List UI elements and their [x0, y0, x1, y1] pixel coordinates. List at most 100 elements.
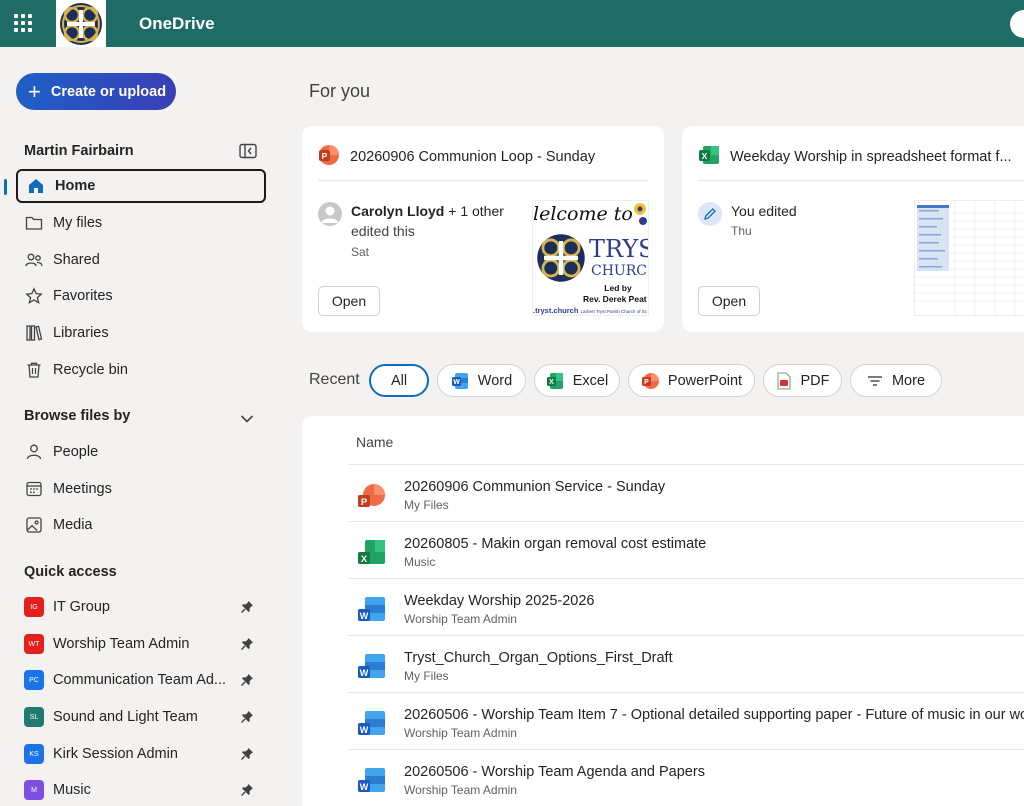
- sidebar-item-recycle-bin[interactable]: Recycle bin: [16, 353, 266, 387]
- site-badge-icon: M: [24, 780, 44, 800]
- powerpoint-icon: P: [318, 144, 340, 170]
- thumb-minister: Rev. Derek Peat: [583, 294, 647, 304]
- celtic-cross-logo-icon: [60, 2, 102, 45]
- word-file-icon: W: [357, 653, 387, 688]
- app-title[interactable]: OneDrive: [139, 14, 215, 34]
- filter-word[interactable]: W Word: [437, 364, 526, 397]
- sidebar-item-meetings[interactable]: Meetings: [16, 472, 266, 506]
- powerpoint-icon: P: [641, 372, 659, 390]
- filter-powerpoint[interactable]: P PowerPoint: [628, 364, 755, 397]
- filter-label: Excel: [572, 372, 609, 389]
- sidebar-item-home[interactable]: Home: [16, 169, 266, 203]
- thumb-footer: .tryst.church Larbert Tryst Parish Churc…: [533, 306, 647, 315]
- file-location[interactable]: Worship Team Admin: [404, 783, 517, 797]
- sidebar-item-label: Meetings: [53, 481, 112, 497]
- file-name[interactable]: 20260506 - Worship Team Agenda and Paper…: [404, 764, 705, 780]
- sidebar-item-media[interactable]: Media: [16, 508, 266, 542]
- quick-access-label: Kirk Session Admin: [53, 746, 178, 762]
- filter-label: More: [891, 372, 926, 389]
- pdf-icon: [776, 372, 792, 390]
- collapse-sidebar-icon[interactable]: [239, 143, 257, 164]
- pin-icon[interactable]: [240, 747, 254, 766]
- file-location[interactable]: My Files: [404, 669, 449, 683]
- sidebar-item-libraries[interactable]: Libraries: [16, 316, 266, 350]
- file-thumbnail[interactable]: lelcome to TRYST CHURC Led by Rev. Derek…: [532, 200, 649, 316]
- site-badge-icon: KS: [24, 744, 44, 764]
- table-row[interactable]: P 20260906 Communion Service - Sunday My…: [348, 464, 1024, 521]
- person-name[interactable]: Carolyn Lloyd: [351, 203, 444, 219]
- table-row[interactable]: X 20260805 - Makin organ removal cost es…: [348, 521, 1024, 578]
- quick-access-item[interactable]: WT Worship Team Admin: [16, 627, 266, 661]
- table-row[interactable]: W 20260506 - Worship Team Agenda and Pap…: [348, 749, 1024, 806]
- card-divider: [318, 180, 648, 181]
- quick-access-item[interactable]: KS Kirk Session Admin: [16, 737, 266, 771]
- table-row[interactable]: W Weekday Worship 2025-2026 Worship Team…: [348, 578, 1024, 635]
- sidebar-item-my-files[interactable]: My files: [16, 206, 266, 240]
- avatar: [318, 202, 342, 226]
- svg-text:P: P: [644, 379, 649, 386]
- column-header-name[interactable]: Name: [356, 434, 393, 450]
- open-button[interactable]: Open: [318, 286, 380, 316]
- chevron-down-icon[interactable]: [240, 411, 254, 429]
- file-name[interactable]: 20260506 - Worship Team Item 7 - Optiona…: [404, 707, 1024, 723]
- svg-text:W: W: [360, 725, 369, 735]
- quick-access-item[interactable]: PC Communication Team Ad...: [16, 663, 266, 697]
- file-name[interactable]: 20260805 - Makin organ removal cost esti…: [404, 536, 706, 552]
- sidebar-item-people[interactable]: People: [16, 435, 266, 469]
- pin-icon[interactable]: [240, 673, 254, 692]
- card-title[interactable]: X Weekday Worship in spreadsheet format …: [698, 144, 1012, 170]
- quick-access-item[interactable]: IG IT Group: [16, 590, 266, 624]
- card-action: You edited: [731, 203, 797, 219]
- sidebar-item-label: Shared: [53, 252, 100, 268]
- thumb-church: CHURC: [591, 263, 647, 279]
- app-launcher-icon[interactable]: [14, 14, 32, 32]
- table-row[interactable]: W 20260506 - Worship Team Item 7 - Optio…: [348, 692, 1024, 749]
- site-badge-icon: SL: [24, 707, 44, 727]
- quick-access-label: IT Group: [53, 599, 110, 615]
- file-location[interactable]: Worship Team Admin: [404, 726, 517, 740]
- file-name[interactable]: 20260906 Communion Service - Sunday: [404, 479, 665, 495]
- excel-icon: X: [698, 144, 720, 170]
- card-title[interactable]: P 20260906 Communion Loop - Sunday: [318, 144, 595, 170]
- table-row[interactable]: W Tryst_Church_Organ_Options_First_Draft…: [348, 635, 1024, 692]
- quick-access-label: Sound and Light Team: [53, 709, 198, 725]
- organization-logo[interactable]: [56, 0, 106, 47]
- recommended-file-card[interactable]: X Weekday Worship in spreadsheet format …: [682, 126, 1024, 332]
- pin-icon[interactable]: [240, 637, 254, 656]
- card-action: edited this: [351, 223, 415, 239]
- quick-access-item[interactable]: M Music: [16, 773, 266, 806]
- file-location[interactable]: My Files: [404, 498, 449, 512]
- sidebar-item-favorites[interactable]: Favorites: [16, 279, 266, 313]
- pin-icon[interactable]: [240, 710, 254, 729]
- file-location[interactable]: Music: [404, 555, 435, 569]
- pin-icon[interactable]: [240, 783, 254, 802]
- profile-avatar[interactable]: [1010, 10, 1024, 38]
- spreadsheet-preview-icon: [915, 201, 1024, 315]
- sidebar-item-label: My files: [53, 215, 103, 231]
- site-badge-icon: PC: [24, 670, 44, 690]
- open-button[interactable]: Open: [698, 286, 760, 316]
- sidebar-item-label: Home: [55, 178, 96, 194]
- card-time: Thu: [731, 224, 752, 238]
- celtic-cross-thumbnail-icon: [537, 234, 585, 282]
- filter-more[interactable]: More: [850, 364, 942, 397]
- word-icon: W: [451, 372, 469, 390]
- quick-access-item[interactable]: SL Sound and Light Team: [16, 700, 266, 734]
- file-thumbnail[interactable]: [914, 200, 1024, 316]
- sidebar-item-shared[interactable]: Shared: [16, 243, 266, 277]
- top-bar: OneDrive: [0, 0, 1024, 47]
- file-location[interactable]: Worship Team Admin: [404, 612, 517, 626]
- recommended-file-card[interactable]: P 20260906 Communion Loop - Sunday Carol…: [302, 126, 664, 332]
- filter-pdf[interactable]: PDF: [763, 364, 842, 397]
- powerpoint-file-icon: P: [357, 482, 387, 517]
- file-name[interactable]: Tryst_Church_Organ_Options_First_Draft: [404, 650, 673, 666]
- filter-all[interactable]: All: [369, 364, 429, 397]
- browse-files-heading[interactable]: Browse files by: [24, 408, 130, 424]
- pin-icon[interactable]: [240, 600, 254, 619]
- file-name[interactable]: Weekday Worship 2025-2026: [404, 593, 595, 609]
- create-or-upload-button[interactable]: + Create or upload: [16, 73, 176, 110]
- filter-excel[interactable]: X Excel: [534, 364, 620, 397]
- for-you-heading: For you: [309, 81, 371, 101]
- trash-icon: [24, 360, 44, 380]
- flower-decoration-icon: [634, 203, 647, 225]
